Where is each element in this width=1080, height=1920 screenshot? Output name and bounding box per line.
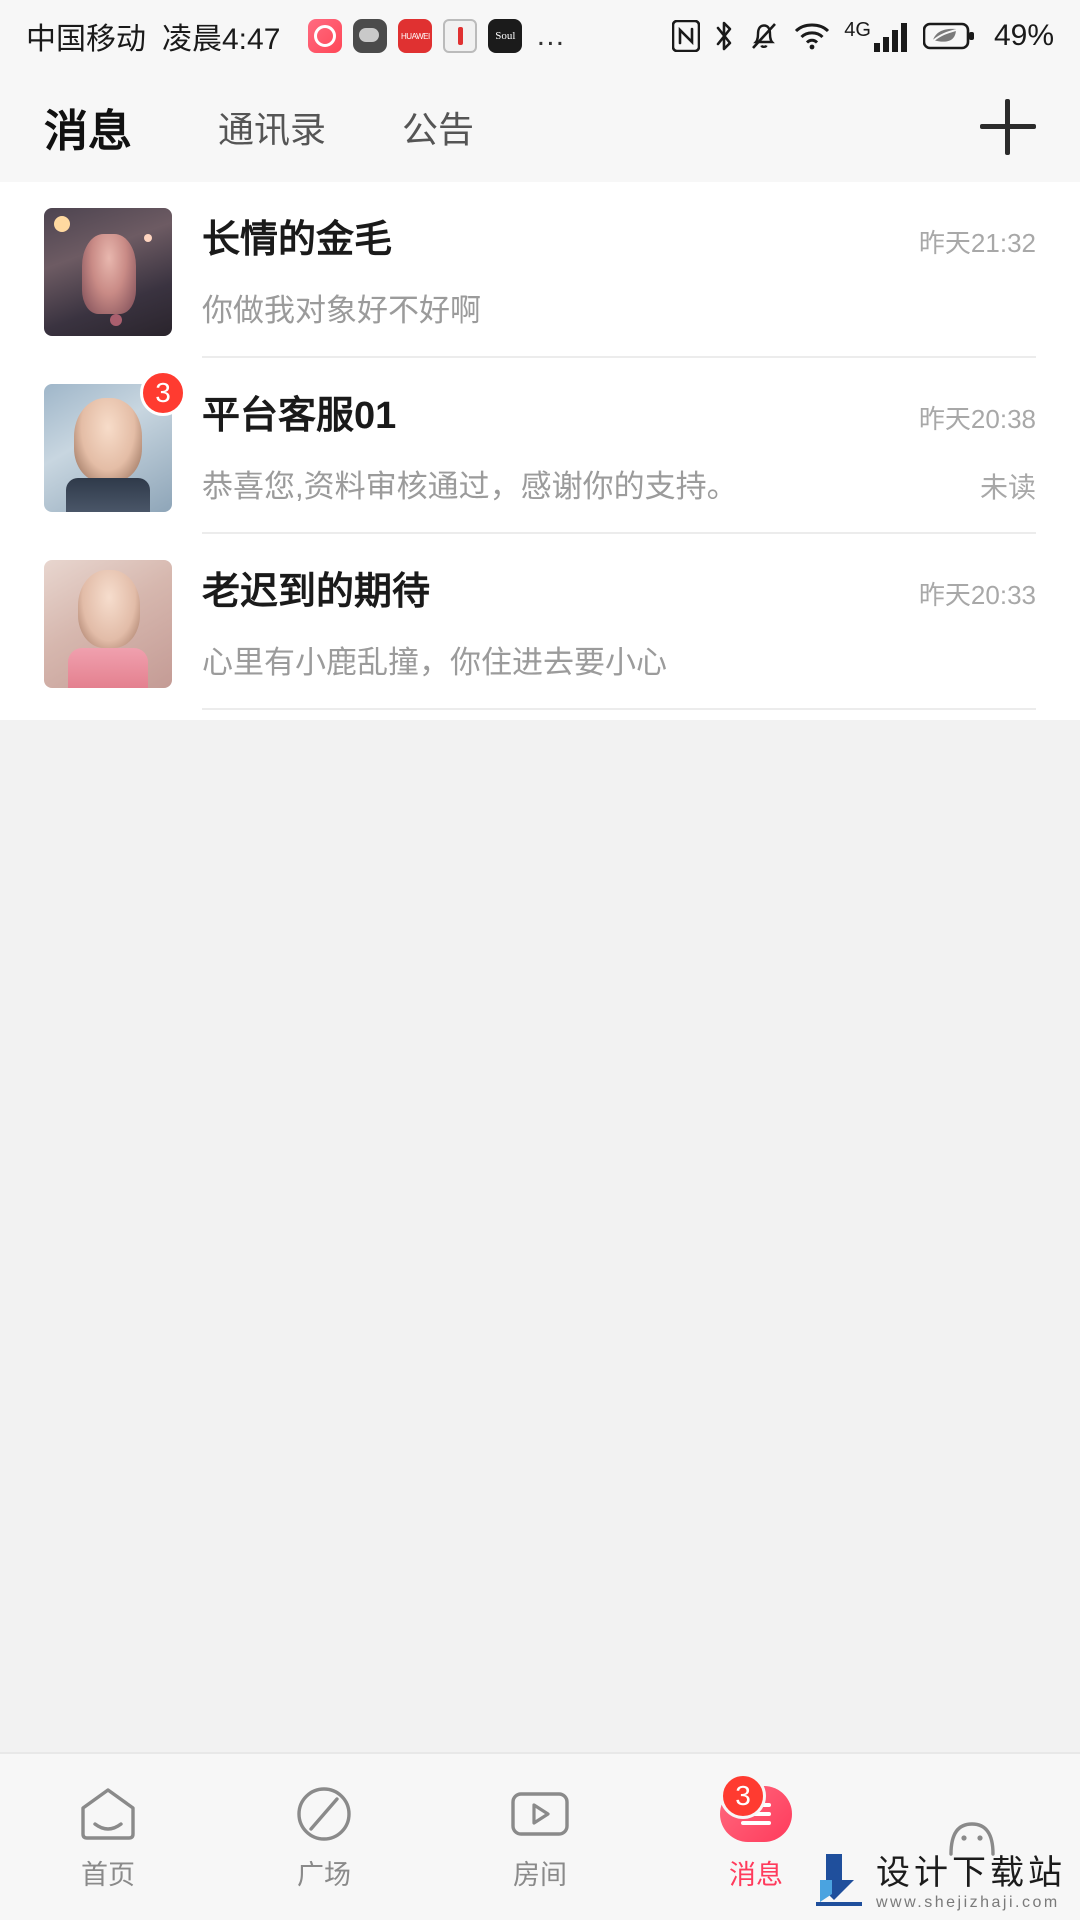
bluetooth-icon — [716, 21, 732, 51]
watermark-url: www.shejizhaji.com — [876, 1894, 1060, 1911]
watermark: 设计下载站 www.shejizhaji.com — [812, 1845, 1066, 1912]
red-circle-app-icon — [308, 19, 343, 53]
nav-item-room[interactable]: 房间 — [432, 1783, 648, 1892]
battery-percent-label: 49% — [993, 19, 1054, 52]
conversation-body: 平台客服01 昨天20:38 恭喜您,资料审核通过，感谢你的支持。 未读 — [202, 384, 1036, 534]
overflow-dots-icon: … — [535, 19, 567, 52]
avatar-wrapper[interactable] — [44, 208, 172, 336]
avatar-wrapper[interactable]: 3 — [44, 370, 186, 512]
nav-label-messages: 消息 — [729, 1859, 783, 1890]
conversation-bottom: 你做我对象好不好啊 — [202, 285, 1036, 330]
soul-app-icon: Soul — [488, 19, 523, 53]
conversation-row[interactable]: 长情的金毛 昨天21:32 你做我对象好不好啊 — [0, 182, 1080, 358]
list-bottom-spacer — [0, 710, 1080, 720]
status-bar-left: 中国移动 凌晨4:47 HUAWEI Soul … — [26, 14, 566, 58]
nav-unread-badge: 3 — [720, 1772, 766, 1819]
conversation-top: 老迟到的期待 昨天20:33 — [202, 560, 1036, 615]
conversation-time: 昨天21:32 — [918, 228, 1036, 258]
conversation-list: 长情的金毛 昨天21:32 你做我对象好不好啊 3 平台客服01 昨天20:38 — [0, 182, 1080, 720]
app-screen: 中国移动 凌晨4:47 HUAWEI Soul … 4G 49% 消息 通讯录 … — [0, 0, 1080, 1920]
conversation-row[interactable]: 老迟到的期待 昨天20:33 心里有小鹿乱撞，你住进去要小心 — [0, 534, 1080, 710]
conversation-name: 老迟到的期待 — [202, 571, 431, 613]
header-tabs: 消息 通讯录 公告 — [0, 72, 1080, 182]
download-arrow-icon — [812, 1850, 866, 1908]
avatar[interactable] — [44, 208, 172, 336]
conversation-name: 长情的金毛 — [202, 219, 393, 261]
carrier-label: 中国移动 — [26, 23, 146, 56]
conversation-body: 长情的金毛 昨天21:32 你做我对象好不好啊 — [202, 208, 1036, 358]
conversation-time: 昨天20:38 — [918, 404, 1036, 434]
conversation-name: 平台客服01 — [202, 395, 397, 437]
conversation-top: 长情的金毛 昨天21:32 — [202, 208, 1036, 263]
conversation-preview: 你做我对象好不好啊 — [202, 293, 481, 328]
avatar[interactable] — [44, 560, 172, 688]
watermark-title: 设计下载站 — [876, 1854, 1066, 1892]
nav-label-room: 房间 — [513, 1859, 567, 1890]
avatar-wrapper[interactable] — [44, 560, 172, 688]
compass-icon[interactable] — [288, 1783, 360, 1845]
battery-icon — [922, 22, 974, 50]
unread-status-label: 未读 — [979, 472, 1036, 503]
nav-item-square[interactable]: 广场 — [216, 1783, 432, 1892]
wifi-icon — [795, 23, 830, 50]
conversation-preview: 心里有小鹿乱撞，你住进去要小心 — [202, 645, 667, 680]
tab-contacts[interactable]: 通讯录 — [218, 101, 326, 153]
nav-item-home[interactable]: 首页 — [0, 1783, 216, 1892]
empty-content-area — [0, 720, 1080, 1546]
conversation-time: 昨天20:33 — [918, 580, 1036, 610]
tab-announcements[interactable]: 公告 — [402, 101, 474, 153]
nfc-icon — [672, 20, 701, 52]
room-video-icon[interactable] — [504, 1783, 576, 1845]
watermark-text: 设计下载站 www.shejizhaji.com — [876, 1845, 1066, 1912]
clock-label: 凌晨4:47 — [162, 23, 281, 56]
mute-bell-icon — [752, 23, 777, 49]
note-app-icon — [443, 19, 478, 53]
plus-icon[interactable] — [980, 99, 1036, 155]
unread-badge: 3 — [140, 370, 186, 416]
conversation-top: 平台客服01 昨天20:38 — [202, 384, 1036, 439]
nav-label-square: 广场 — [297, 1859, 351, 1890]
network-type-label: 4G — [844, 19, 871, 41]
tab-messages[interactable]: 消息 — [44, 95, 132, 159]
message-icon[interactable]: 3 — [720, 1772, 792, 1845]
status-bar: 中国移动 凌晨4:47 HUAWEI Soul … 4G 49% — [0, 0, 1080, 72]
conversation-body: 老迟到的期待 昨天20:33 心里有小鹿乱撞，你住进去要小心 — [202, 560, 1036, 710]
signal-icon: 4G — [844, 20, 910, 52]
conversation-preview: 恭喜您,资料审核通过，感谢你的支持。 — [202, 469, 738, 504]
status-bar-right: 4G 49% — [672, 19, 1054, 53]
conversation-bottom: 恭喜您,资料审核通过，感谢你的支持。 未读 — [202, 461, 1036, 506]
huawei-app-icon: HUAWEI — [398, 19, 433, 53]
wechat-app-icon — [353, 19, 388, 53]
conversation-row[interactable]: 3 平台客服01 昨天20:38 恭喜您,资料审核通过，感谢你的支持。 未读 — [0, 358, 1080, 534]
status-app-icons: HUAWEI Soul … — [308, 19, 566, 53]
conversation-bottom: 心里有小鹿乱撞，你住进去要小心 — [202, 637, 1036, 682]
nav-label-home: 首页 — [81, 1859, 135, 1890]
home-icon[interactable] — [72, 1783, 144, 1845]
